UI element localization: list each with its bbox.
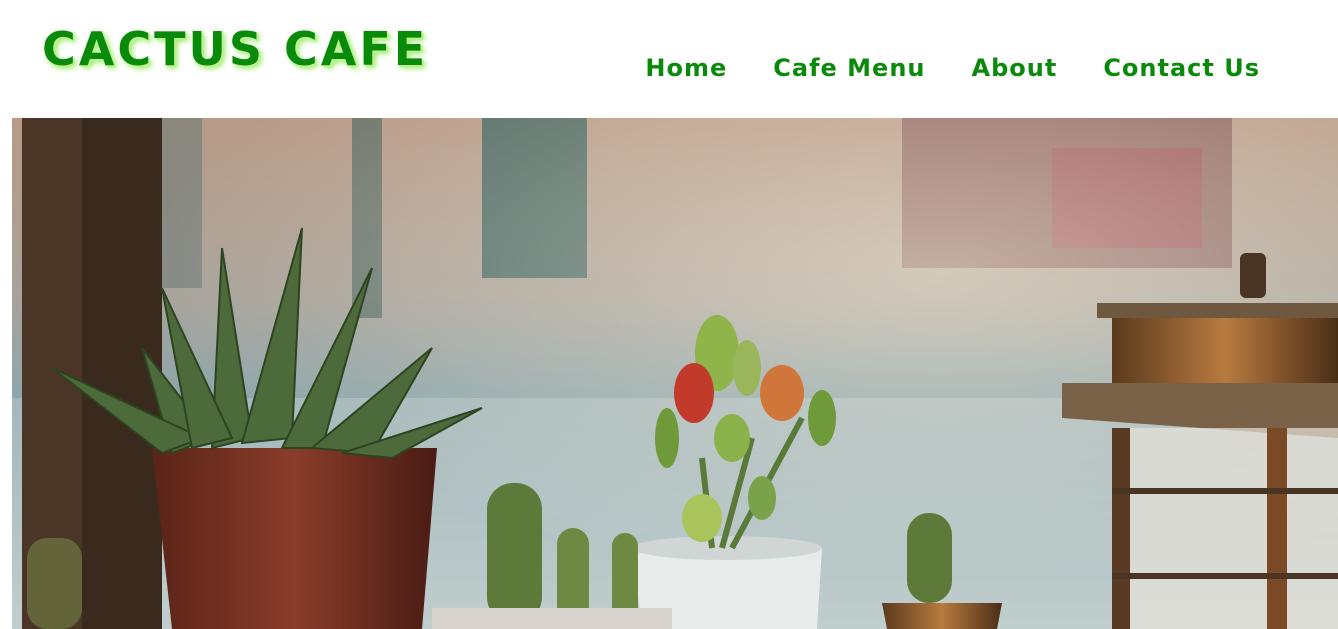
site-header: CACTUS CAFE Home Cafe Menu About Contact…	[0, 0, 1338, 118]
cactus-plants-photo	[12, 118, 1338, 629]
nav-contact-us[interactable]: Contact Us	[1103, 54, 1260, 82]
main-nav: Home Cafe Menu About Contact Us	[645, 54, 1260, 82]
hero-image	[12, 118, 1338, 629]
nav-cafe-menu[interactable]: Cafe Menu	[773, 54, 925, 82]
nav-about[interactable]: About	[972, 54, 1058, 82]
site-logo[interactable]: CACTUS CAFE	[42, 22, 428, 76]
nav-home[interactable]: Home	[645, 54, 727, 82]
